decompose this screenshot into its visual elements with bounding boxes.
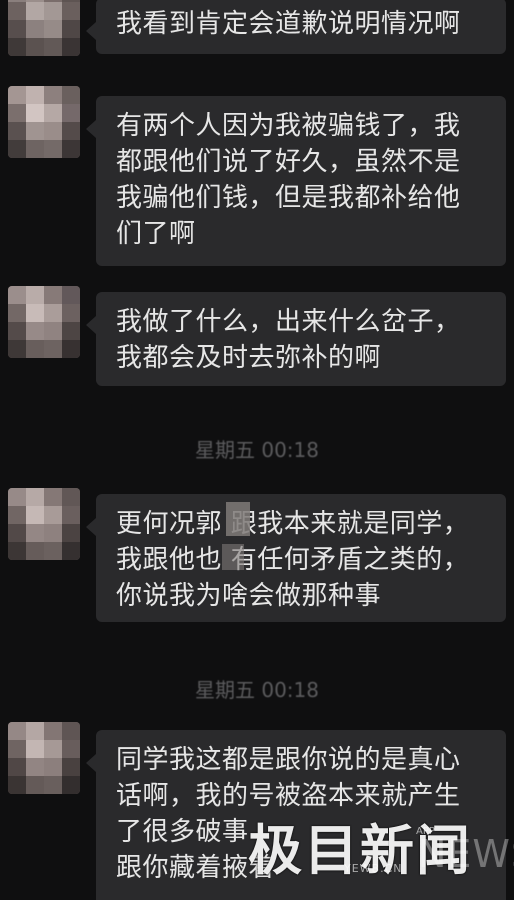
watermark: 极目新闻 NEWS APP YEWB.CN [248,806,514,900]
name-mosaic [226,502,250,536]
message-bubble[interactable]: 有两个人因为我被骗钱了，我 都跟他们说了好久，虽然不是 我骗他们钱，但是我都补给… [86,96,506,266]
message-text: 们了啊 [116,219,196,249]
avatar[interactable] [8,722,80,794]
avatar[interactable] [8,0,80,56]
avatar[interactable] [8,86,80,158]
message-bubble[interactable]: 我做了什么，出来什么岔子， 我都会及时去弥补的啊 [86,292,506,386]
message-text: 你说我为啥会做那种事 [116,581,382,611]
timestamp: 星期五 00:18 [195,678,319,702]
message-bubble[interactable]: 更何况郭 跟我本来就是同学， 我跟他也 有任何矛盾之类的， 你说我为啥会做那种事 [86,494,506,622]
message-text: 我跟他也 有任何矛盾之类的， [116,545,470,575]
message-text: 我骗他们钱，但是我都补给他 [116,183,461,213]
message-text: 更何况郭 跟我本来就是同学， [116,509,470,539]
message-text: 我看到肯定会道歉说明情况啊 [116,9,461,39]
watermark-app: APP [416,826,435,837]
message-bubble[interactable]: 我看到肯定会道歉说明情况啊 [86,0,506,54]
message-text: 同学我这都是跟你说的是真心 [116,745,461,775]
avatar[interactable] [8,488,80,560]
avatar[interactable] [8,286,80,358]
message-text: 我做了什么，出来什么岔子， [116,307,461,337]
chat-screen: 我看到肯定会道歉说明情况啊 有两个人因为我被骗钱了，我 都跟他们说了好久，虽然不… [0,0,514,900]
message-text: 都跟他们说了好久，虽然不是 [116,147,461,177]
message-text: 我都会及时去弥补的啊 [116,343,382,373]
name-mosaic [222,544,244,570]
message-text: 有两个人因为我被骗钱了，我 [116,111,461,141]
watermark-url: YEWB.CN [344,862,403,875]
timestamp: 星期五 00:18 [195,438,319,462]
watermark-news: NEWS [418,832,514,876]
